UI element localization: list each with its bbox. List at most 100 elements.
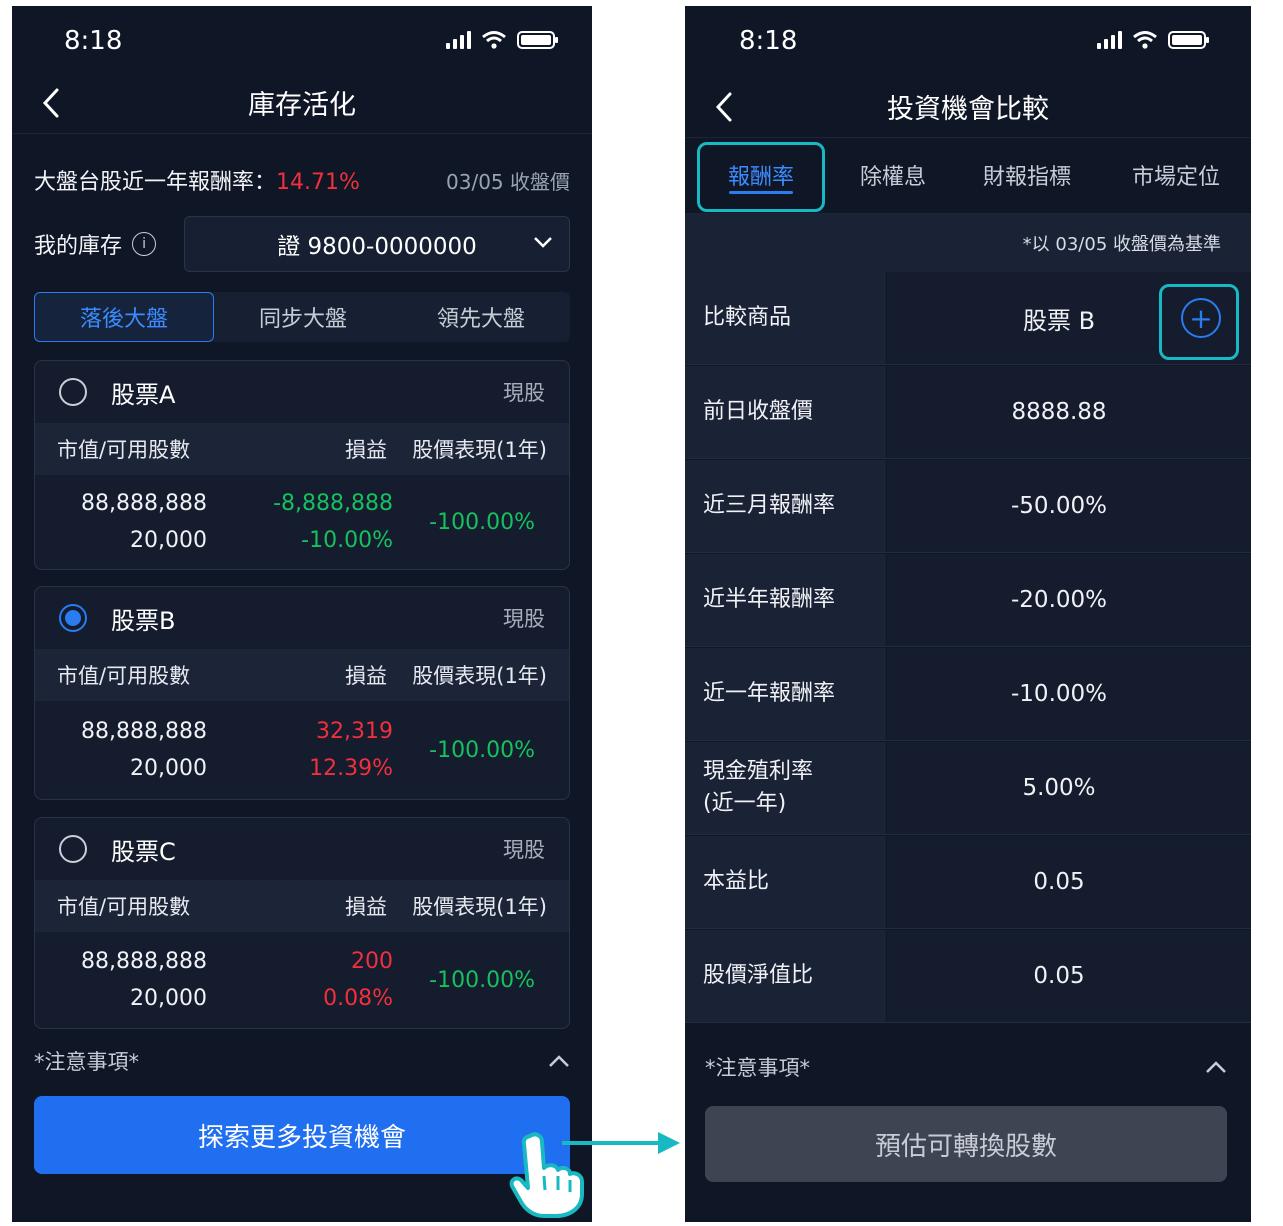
market-value: 88,888,888 xyxy=(81,719,207,744)
stock-type: 現股 xyxy=(503,381,545,405)
account-value: 證 9800-0000000 xyxy=(277,234,477,260)
stock-type: 現股 xyxy=(503,607,545,631)
stock-type: 現股 xyxy=(503,838,545,862)
stock-name: 股票B xyxy=(111,606,176,635)
row-value: 0.05 xyxy=(887,930,1251,1022)
compare-label: 比較商品 xyxy=(685,272,887,364)
stock-card-b[interactable]: 股票B 現股 市值/可用股數 損益 股價表現(1年) 88,888,888 20,000… xyxy=(34,586,570,800)
nav-bar: 庫存活化 xyxy=(12,72,592,134)
compare-row: 股價淨值比 0.05 xyxy=(685,930,1251,1023)
row-label: 近半年報酬率 xyxy=(685,554,887,646)
segment-leading[interactable]: 領先大盤 xyxy=(392,292,570,342)
inventory-label: 我的庫存 i xyxy=(34,228,184,260)
notice-row[interactable]: *注意事項* xyxy=(34,1046,570,1076)
col-header-perf: 股價表現(1年) xyxy=(412,438,547,462)
pl-percent: -10.00% xyxy=(301,528,393,553)
inventory-row: 我的庫存 i 證 9800-0000000 xyxy=(34,216,570,272)
perf-value: -100.00% xyxy=(429,509,535,535)
segment-lagging[interactable]: 落後大盤 xyxy=(34,292,214,342)
tab-bar: 報酬率 除權息 財報指標 市場定位 xyxy=(685,136,1251,214)
row-label: 近三月報酬率 xyxy=(685,460,887,552)
compare-row: 近半年報酬率 -20.00% xyxy=(685,554,1251,647)
plus-circle-icon[interactable]: + xyxy=(1181,298,1221,338)
back-chevron-icon[interactable] xyxy=(38,86,68,120)
inventory-label-text: 我的庫存 xyxy=(34,234,123,259)
notice-row[interactable]: *注意事項* xyxy=(705,1052,1227,1082)
status-time: 8:18 xyxy=(739,26,798,56)
nav-bar: 投資機會比較 xyxy=(685,76,1251,138)
tab-return[interactable]: 報酬率 xyxy=(697,136,825,214)
tab-dividend[interactable]: 除權息 xyxy=(835,136,951,214)
row-label: 現金殖利率 (近一年) xyxy=(685,742,887,834)
inventory-screen: 8:18 庫存活化 大盤台股近一年報酬率：14.71% 03/05 收盤價 我的… xyxy=(12,6,592,1222)
market-return-label: 大盤台股近一年報酬率：14.71% xyxy=(34,164,360,196)
row-value: -10.00% xyxy=(887,648,1251,740)
radio-stock-b[interactable] xyxy=(59,604,87,632)
compare-item-name: 股票 B xyxy=(1022,306,1096,335)
row-label-line2: (近一年) xyxy=(703,791,787,816)
back-chevron-icon[interactable] xyxy=(711,90,741,124)
compare-row: 現金殖利率 (近一年) 5.00% xyxy=(685,742,1251,835)
col-header-perf: 股價表現(1年) xyxy=(412,895,547,919)
row-label: 近一年報酬率 xyxy=(685,648,887,740)
compare-row: 近三月報酬率 -50.00% xyxy=(685,460,1251,553)
segment-in-line[interactable]: 同步大盤 xyxy=(214,292,392,342)
row-value: -20.00% xyxy=(887,554,1251,646)
col-header-pl: 損益 xyxy=(345,438,387,462)
page-title: 庫存活化 xyxy=(248,90,356,121)
market-value: 88,888,888 xyxy=(81,491,207,516)
status-icons xyxy=(446,30,558,50)
battery-icon xyxy=(1168,31,1209,49)
col-header-value: 市值/可用股數 xyxy=(57,438,191,462)
radio-stock-c[interactable] xyxy=(59,835,87,863)
pl-percent: 12.39% xyxy=(309,756,393,781)
pl-cell: 200 0.08% xyxy=(207,943,393,1017)
pl-amount: -8,888,888 xyxy=(273,491,393,516)
page-title: 投資機會比較 xyxy=(887,94,1049,125)
pl-cell: -8,888,888 -10.00% xyxy=(207,485,393,559)
pl-amount: 32,319 xyxy=(316,719,393,744)
status-time: 8:18 xyxy=(64,26,123,56)
explore-more-button[interactable]: 探索更多投資機會 xyxy=(34,1096,570,1174)
col-header-value: 市值/可用股數 xyxy=(57,664,191,688)
chevron-up-icon[interactable] xyxy=(548,1054,570,1068)
market-return-row: 大盤台股近一年報酬率：14.71% 03/05 收盤價 xyxy=(34,164,570,196)
market-return-text: 大盤台股近一年報酬率： xyxy=(34,170,277,195)
battery-icon xyxy=(517,31,558,49)
estimate-shares-button[interactable]: 預估可轉換股數 xyxy=(705,1106,1227,1182)
shares: 20,000 xyxy=(130,986,207,1011)
account-select[interactable]: 證 9800-0000000 xyxy=(184,216,570,272)
compare-header-row: 比較商品 股票 B + xyxy=(685,272,1251,365)
row-label: 前日收盤價 xyxy=(685,366,887,458)
row-label-line1: 現金殖利率 xyxy=(703,759,814,784)
shares: 20,000 xyxy=(130,528,207,553)
chevron-up-icon[interactable] xyxy=(1205,1060,1227,1074)
market-value: 88,888,888 xyxy=(81,949,207,974)
value-cell: 88,888,888 20,000 xyxy=(57,713,207,787)
pl-percent: 0.08% xyxy=(323,986,393,1011)
compare-row: 前日收盤價 8888.88 xyxy=(685,366,1251,459)
stock-card-c[interactable]: 股票C 現股 市值/可用股數 損益 股價表現(1年) 88,888,888 20,000… xyxy=(34,817,570,1029)
tab-market-position[interactable]: 市場定位 xyxy=(1109,136,1243,214)
row-value: 0.05 xyxy=(887,836,1251,928)
wifi-icon xyxy=(482,31,506,49)
signal-icon xyxy=(446,31,471,49)
col-header-pl: 損益 xyxy=(345,664,387,688)
market-return-value: 14.71% xyxy=(276,170,360,195)
info-icon[interactable]: i xyxy=(132,232,157,256)
tab-financials[interactable]: 財報指標 xyxy=(965,136,1089,214)
base-note: *以 03/05 收盤價為基準 xyxy=(685,214,1251,272)
pl-cell: 32,319 12.39% xyxy=(207,713,393,787)
col-header-perf: 股價表現(1年) xyxy=(412,664,547,688)
notice-label: *注意事項* xyxy=(705,1056,810,1080)
comparison-screen: 8:18 投資機會比較 報酬率 除權息 財報指標 市場定位 *以 03/05 收… xyxy=(685,6,1251,1222)
col-header-pl: 損益 xyxy=(345,895,387,919)
benchmark-segment: 落後大盤 同步大盤 領先大盤 xyxy=(34,292,570,342)
compare-row: 近一年報酬率 -10.00% xyxy=(685,648,1251,741)
row-label: 股價淨值比 xyxy=(685,930,887,1022)
signal-icon xyxy=(1097,31,1122,49)
stock-card-a[interactable]: 股票A 現股 市值/可用股數 損益 股價表現(1年) 88,888,888 20,000… xyxy=(34,360,570,570)
pointing-hand-icon xyxy=(509,1132,584,1218)
perf-value: -100.00% xyxy=(429,737,535,763)
radio-stock-a[interactable] xyxy=(59,378,87,406)
